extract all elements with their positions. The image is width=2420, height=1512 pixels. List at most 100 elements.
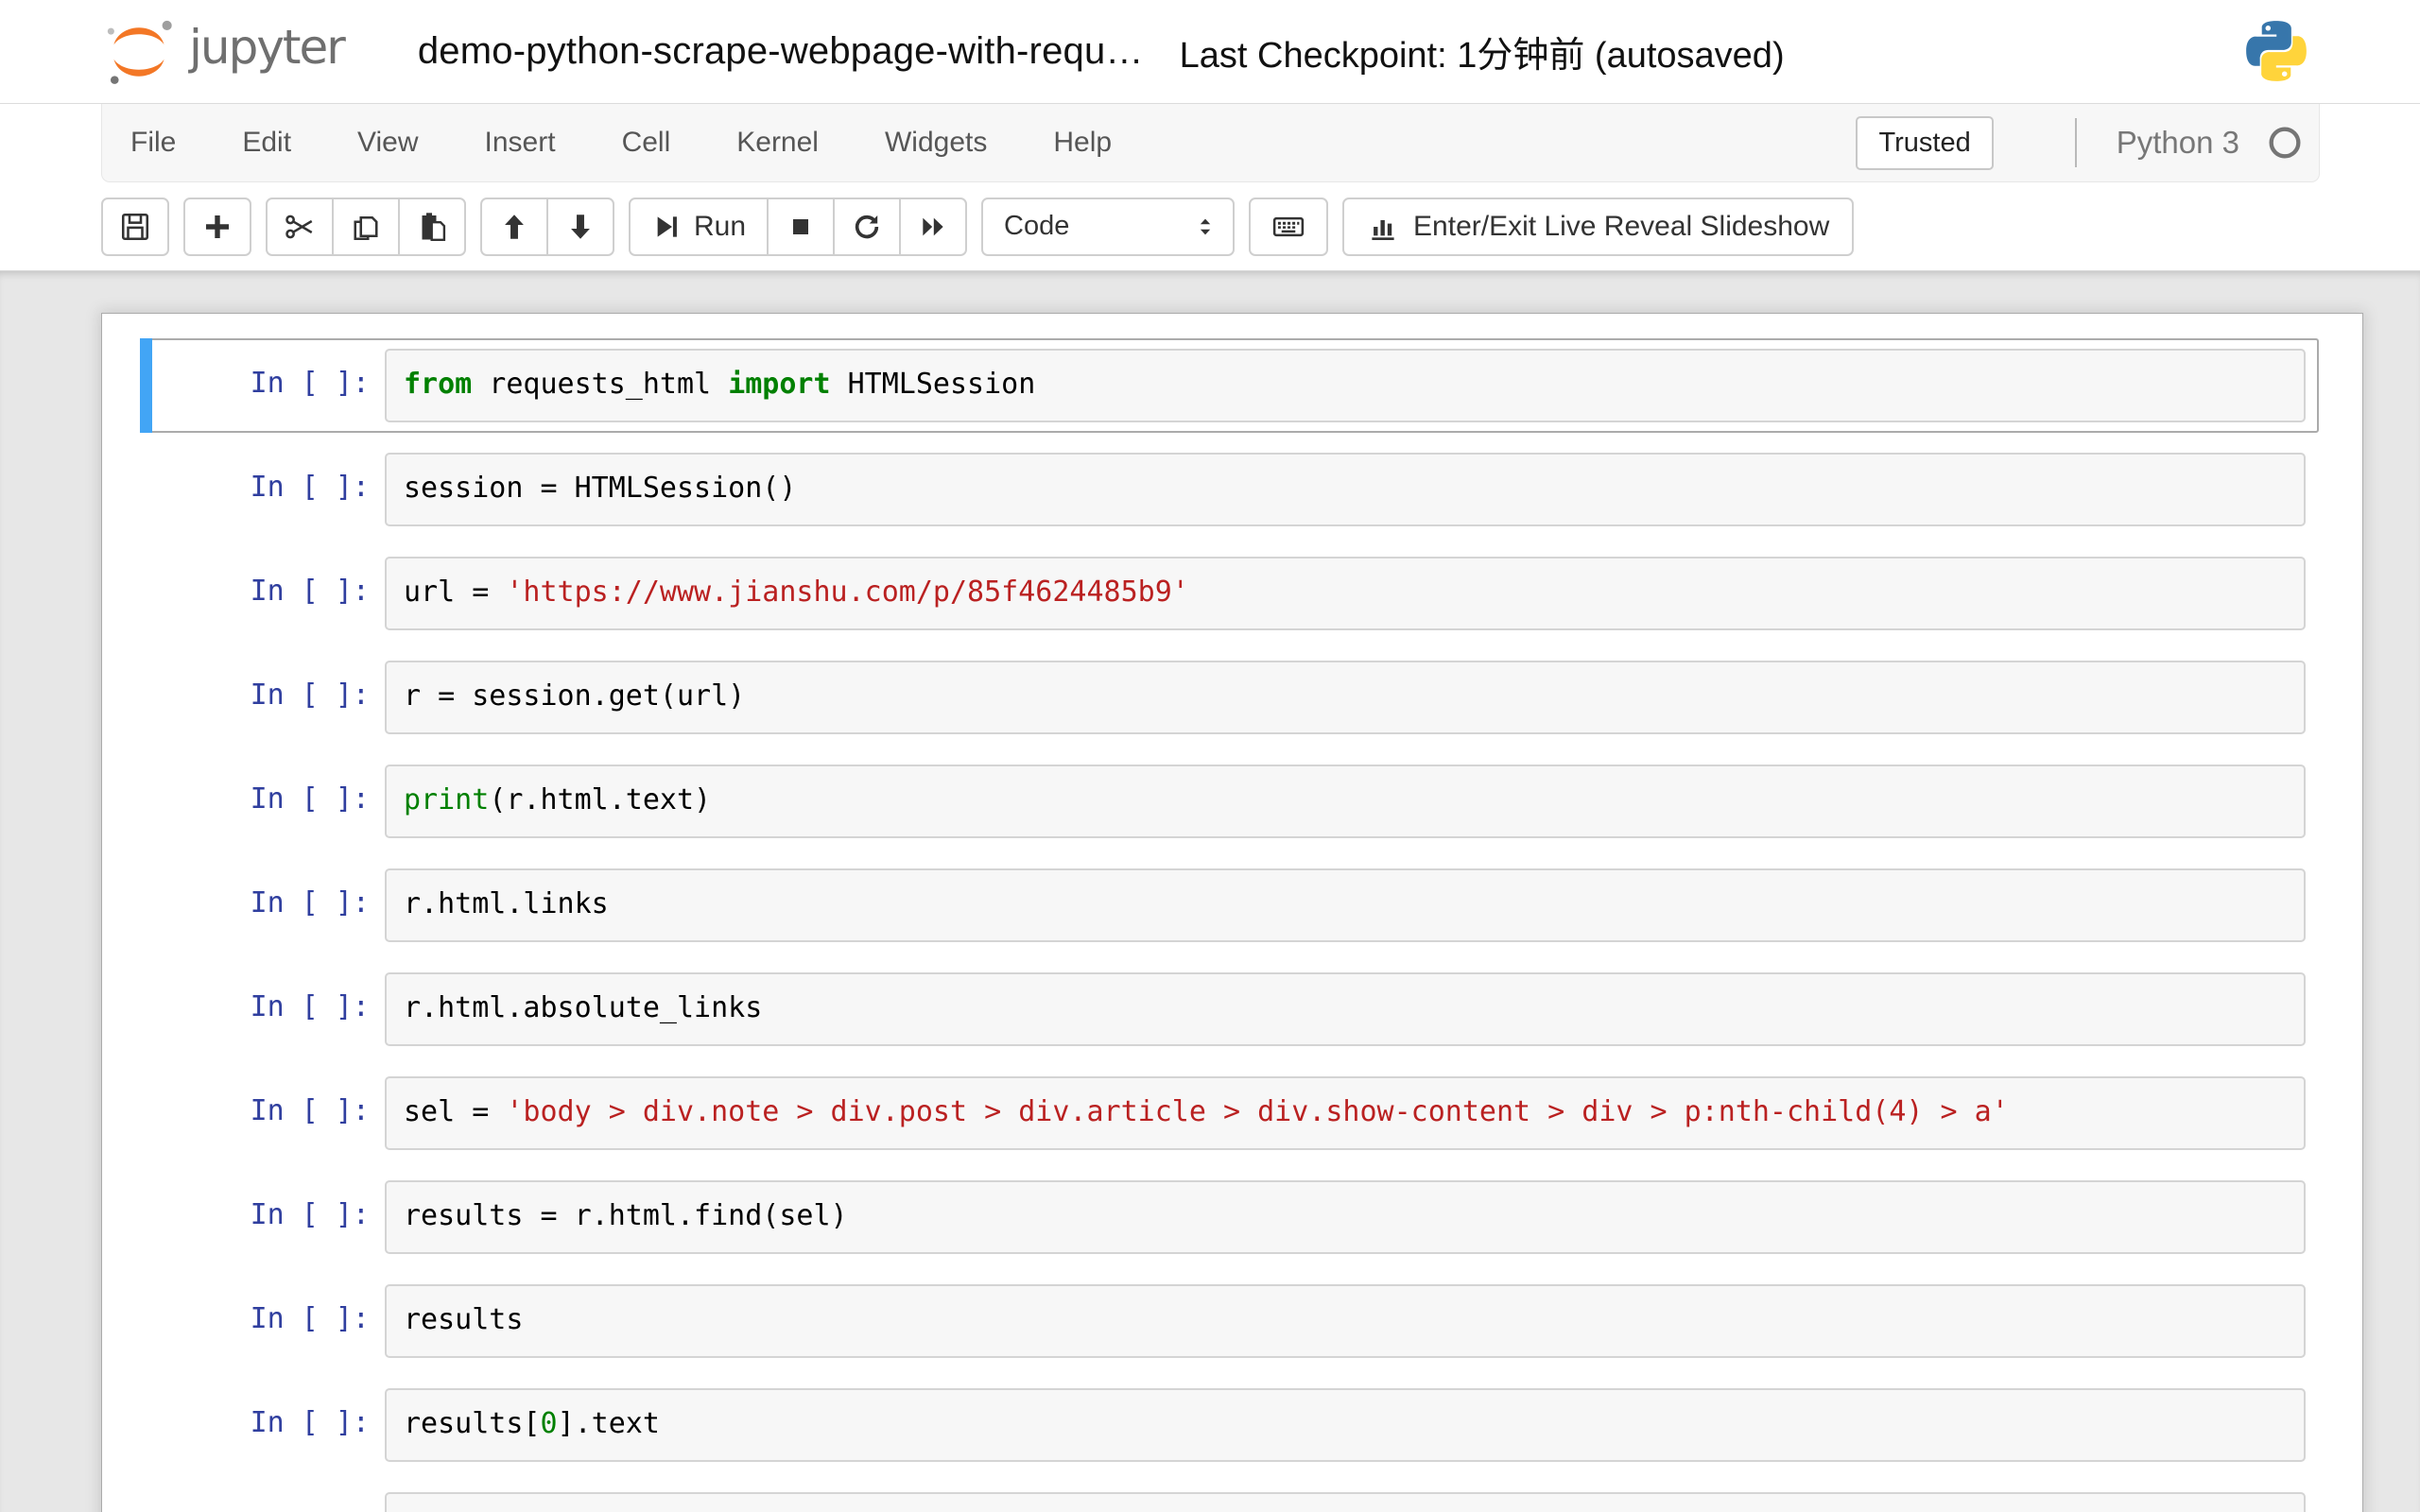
- scissors-icon: [285, 215, 313, 238]
- cell-prompt: In [ ]:: [250, 575, 370, 608]
- cell-input[interactable]: results: [385, 1284, 2306, 1358]
- menu-item-edit[interactable]: Edit: [240, 121, 293, 164]
- header: jupyter demo-python-scrape-webpage-with-…: [0, 0, 2420, 271]
- code-cell[interactable]: In [ ]: r = session.get(url): [140, 650, 2319, 745]
- code-cell[interactable]: In [ ]: results[0].absolute_links: [140, 1482, 2319, 1512]
- jupyter-planet-icon: [107, 20, 172, 84]
- keyboard-icon: [1272, 216, 1305, 236]
- menu-item-view[interactable]: View: [355, 121, 420, 164]
- cell-prompt: In [ ]:: [250, 679, 370, 712]
- code-line: r = session.get(url): [404, 679, 746, 713]
- save-button[interactable]: [101, 197, 169, 256]
- menu-item-cell[interactable]: Cell: [620, 121, 673, 164]
- code-cell[interactable]: In [ ]: r.html.links: [140, 858, 2319, 953]
- cell-input[interactable]: results[0].absolute_links: [385, 1492, 2306, 1512]
- run-group: Run: [629, 197, 968, 256]
- cell-prompt: In [ ]:: [250, 1094, 370, 1127]
- restart-kernel-button[interactable]: [833, 197, 902, 256]
- code-line: results[0].text: [404, 1407, 660, 1440]
- title-row: jupyter demo-python-scrape-webpage-with-…: [0, 0, 2420, 104]
- menu-item-widgets[interactable]: Widgets: [883, 121, 989, 164]
- code-line: print(r.html.text): [404, 783, 712, 816]
- restart-run-all-button[interactable]: [899, 197, 968, 256]
- clipboard-group: [266, 197, 466, 256]
- restart-icon: [855, 215, 879, 238]
- cell-prompt: In [ ]:: [250, 990, 370, 1023]
- move-cell-down-button[interactable]: [546, 197, 614, 256]
- arrow-down-icon: [571, 214, 590, 239]
- move-cell-up-button[interactable]: [480, 197, 548, 256]
- jupyter-logo[interactable]: jupyter: [102, 14, 346, 90]
- cell-prompt: In [ ]:: [250, 1302, 370, 1335]
- cell-type-value: Code: [1004, 211, 1070, 241]
- code-line: r.html.links: [404, 887, 609, 920]
- code-cell[interactable]: In [ ]: results = r.html.find(sel): [140, 1170, 2319, 1264]
- run-label: Run: [694, 210, 747, 242]
- fast-forward-icon: [923, 217, 943, 235]
- code-line: results: [404, 1303, 524, 1336]
- python-logo: [2244, 19, 2308, 88]
- menu-item-insert[interactable]: Insert: [483, 121, 558, 164]
- cell-prompt: In [ ]:: [250, 886, 370, 919]
- notebook-area: In [ ]: from requests_html import HTMLSe…: [0, 271, 2420, 1512]
- menu-bar: File Edit View Insert Cell Kernel Widget…: [129, 121, 1176, 164]
- code-cell[interactable]: In [ ]: from requests_html import HTMLSe…: [140, 338, 2319, 433]
- menu-item-file[interactable]: File: [129, 121, 178, 164]
- cell-input[interactable]: r.html.links: [385, 868, 2306, 942]
- menubar-row: File Edit View Insert Cell Kernel Widget…: [0, 104, 2420, 182]
- save-icon: [121, 213, 149, 240]
- run-button[interactable]: Run: [629, 197, 769, 256]
- code-cell[interactable]: In [ ]: r.html.absolute_links: [140, 962, 2319, 1057]
- code-cell[interactable]: In [ ]: results: [140, 1274, 2319, 1368]
- code-line: from requests_html import HTMLSession: [404, 368, 1036, 401]
- copy-icon: [354, 215, 378, 240]
- move-group: [480, 197, 614, 256]
- cell-input[interactable]: sel = 'body > div.note > div.post > div.…: [385, 1076, 2306, 1150]
- menu-item-help[interactable]: Help: [1051, 121, 1114, 164]
- code-line: session = HTMLSession(): [404, 472, 797, 505]
- add-cell-button[interactable]: [183, 197, 251, 256]
- cell-prompt: In [ ]:: [250, 782, 370, 816]
- code-cell[interactable]: In [ ]: print(r.html.text): [140, 754, 2319, 849]
- toolbar: Run Code Enter/Exit Live Reveal Slidesho…: [0, 182, 2420, 271]
- slideshow-button[interactable]: Enter/Exit Live Reveal Slideshow: [1342, 197, 1855, 256]
- code-cell[interactable]: In [ ]: sel = 'body > div.note > div.pos…: [140, 1066, 2319, 1160]
- kernel-name: Python 3: [2116, 125, 2239, 160]
- paste-cells-button[interactable]: [398, 197, 466, 256]
- cell-input[interactable]: from requests_html import HTMLSession: [385, 349, 2306, 422]
- cell-input[interactable]: print(r.html.text): [385, 765, 2306, 838]
- slideshow-label: Enter/Exit Live Reveal Slideshow: [1413, 210, 1830, 242]
- kernel-idle-indicator: [2266, 124, 2304, 162]
- code-line: url = 'https://www.jianshu.com/p/85f4624…: [404, 576, 1189, 609]
- code-line: sel = 'body > div.note > div.post > div.…: [404, 1095, 2009, 1128]
- cell-prompt: In [ ]:: [250, 1406, 370, 1439]
- code-line: results = r.html.find(sel): [404, 1199, 848, 1232]
- interrupt-kernel-button[interactable]: [767, 197, 836, 256]
- code-cell[interactable]: In [ ]: session = HTMLSession(): [140, 442, 2319, 537]
- cell-input[interactable]: results[0].text: [385, 1388, 2306, 1462]
- cell-input[interactable]: r = session.get(url): [385, 661, 2306, 734]
- code-cell[interactable]: In [ ]: url = 'https://www.jianshu.com/p…: [140, 546, 2319, 641]
- code-cell[interactable]: In [ ]: results[0].text: [140, 1378, 2319, 1472]
- command-palette-button[interactable]: [1249, 197, 1329, 256]
- cell-input[interactable]: r.html.absolute_links: [385, 972, 2306, 1046]
- select-arrows-icon: [1200, 218, 1211, 234]
- arrow-up-icon: [505, 214, 524, 239]
- paste-icon: [422, 212, 446, 241]
- trusted-button[interactable]: Trusted: [1856, 115, 1994, 170]
- cell-input[interactable]: session = HTMLSession(): [385, 453, 2306, 526]
- cell-input[interactable]: results = r.html.find(sel): [385, 1180, 2306, 1254]
- cut-cells-button[interactable]: [266, 197, 334, 256]
- cell-type-select[interactable]: Code: [981, 197, 1236, 256]
- checkpoint-status: Last Checkpoint: 1分钟前 (autosaved): [1179, 36, 1785, 76]
- notebook-title[interactable]: demo-python-scrape-webpage-with-requ…: [418, 30, 1144, 73]
- menu-item-kernel[interactable]: Kernel: [735, 121, 821, 164]
- copy-cells-button[interactable]: [332, 197, 400, 256]
- code-line: r.html.absolute_links: [404, 991, 763, 1024]
- bar-chart-icon: [1372, 219, 1394, 240]
- stop-icon: [793, 218, 809, 234]
- jupyter-logo-text: jupyter: [189, 19, 346, 75]
- cell-input[interactable]: url = 'https://www.jianshu.com/p/85f4624…: [385, 557, 2306, 630]
- cell-prompt: In [ ]:: [153, 1492, 385, 1512]
- separator: [2074, 118, 2077, 167]
